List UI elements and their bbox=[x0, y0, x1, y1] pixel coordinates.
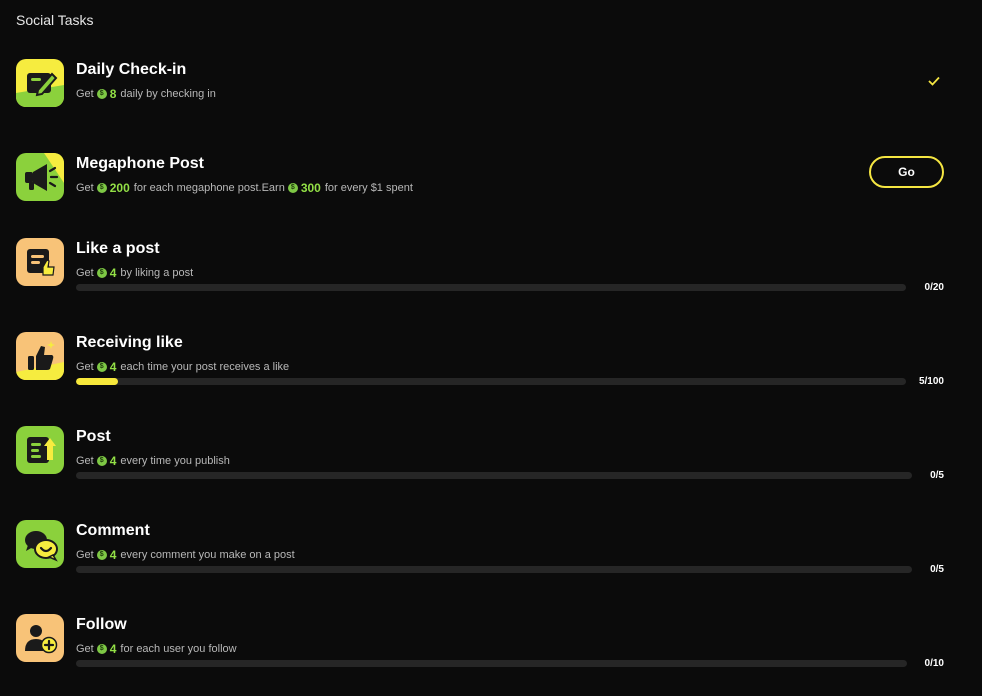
progress-fill bbox=[76, 378, 118, 385]
desc-suffix: every comment you make on a post bbox=[120, 549, 295, 561]
coin-icon: $ bbox=[287, 183, 298, 193]
desc-suffix: every time you publish bbox=[120, 455, 230, 467]
reward-amount-2: 300 bbox=[300, 181, 321, 195]
task-title: Receiving like bbox=[76, 334, 183, 351]
desc-suffix: for each user you follow bbox=[120, 643, 237, 655]
coin-icon: $ bbox=[96, 550, 107, 560]
progress-count: 0/20 bbox=[924, 282, 944, 293]
task-like-a-post: Like a post Get $ 4 by liking a post 0/2… bbox=[16, 238, 946, 298]
desc-prefix: Get bbox=[76, 267, 94, 279]
reward-amount: 4 bbox=[109, 548, 117, 562]
reward-amount: 4 bbox=[109, 642, 117, 656]
coin-icon: $ bbox=[96, 362, 107, 372]
progress-bar bbox=[76, 660, 907, 667]
task-title: Post bbox=[76, 428, 111, 445]
task-title: Megaphone Post bbox=[76, 155, 205, 172]
task-description: Get $ 4 every comment you make on a post bbox=[76, 548, 295, 562]
progress-bar bbox=[76, 566, 912, 573]
coin-icon: $ bbox=[96, 644, 107, 654]
reward-amount: 8 bbox=[109, 87, 117, 101]
coin-icon: $ bbox=[96, 456, 107, 466]
task-post: Post Get $ 4 every time you publish 0/5 bbox=[16, 426, 946, 486]
task-title: Comment bbox=[76, 522, 150, 539]
task-description: Get $ 200 for each megaphone post.Earn $… bbox=[76, 181, 413, 195]
task-megaphone-post: Megaphone Post Get $ 200 for each megaph… bbox=[16, 153, 946, 213]
go-button[interactable]: Go bbox=[869, 156, 944, 188]
progress-count: 0/5 bbox=[930, 470, 944, 481]
like-note-icon bbox=[16, 238, 64, 286]
megaphone-icon bbox=[16, 153, 64, 201]
task-follow: Follow Get $ 4 for each user you follow … bbox=[16, 614, 946, 674]
desc-prefix: Get bbox=[76, 549, 94, 561]
task-description: Get $ 8 daily by checking in bbox=[76, 87, 216, 101]
desc-prefix: Get bbox=[76, 643, 94, 655]
progress-count: 0/10 bbox=[924, 658, 944, 669]
coin-icon: $ bbox=[96, 89, 107, 99]
reward-amount: 4 bbox=[109, 360, 117, 374]
task-description: Get $ 4 every time you publish bbox=[76, 454, 230, 468]
desc-suffix: by liking a post bbox=[120, 267, 194, 279]
task-title: Like a post bbox=[76, 240, 160, 257]
comment-bubbles-icon bbox=[16, 520, 64, 568]
desc-prefix: Get bbox=[76, 361, 94, 373]
publish-icon bbox=[16, 426, 64, 474]
progress-count: 5/100 bbox=[918, 376, 944, 387]
desc-suffix: daily by checking in bbox=[120, 88, 216, 100]
task-description: Get $ 4 for each user you follow bbox=[76, 642, 237, 656]
desc-middle: for each megaphone post.Earn bbox=[133, 182, 285, 194]
progress-bar bbox=[76, 472, 912, 479]
task-comment: Comment Get $ 4 every comment you make o… bbox=[16, 520, 946, 580]
task-description: Get $ 4 by liking a post bbox=[76, 266, 193, 280]
progress-count: 0/5 bbox=[930, 564, 944, 575]
section-title: Social Tasks bbox=[16, 12, 94, 28]
task-description: Get $ 4 each time your post receives a l… bbox=[76, 360, 289, 374]
desc-suffix: each time your post receives a like bbox=[120, 361, 290, 373]
add-user-icon bbox=[16, 614, 64, 662]
reward-amount: 4 bbox=[109, 266, 117, 280]
desc-prefix: Get bbox=[76, 455, 94, 467]
pencil-note-icon bbox=[16, 59, 64, 107]
task-daily-check-in: Daily Check-in Get $ 8 daily by checking… bbox=[16, 59, 946, 119]
progress-bar bbox=[76, 284, 906, 291]
task-title: Follow bbox=[76, 616, 127, 633]
task-title: Daily Check-in bbox=[76, 61, 187, 78]
coin-icon: $ bbox=[96, 183, 107, 193]
task-receiving-like: Receiving like Get $ 4 each time your po… bbox=[16, 332, 946, 392]
checkmark-icon bbox=[928, 73, 940, 89]
progress-bar bbox=[76, 378, 906, 385]
coin-icon: $ bbox=[96, 268, 107, 278]
desc-prefix: Get bbox=[76, 182, 94, 194]
desc-suffix: for every $1 spent bbox=[324, 182, 413, 194]
desc-prefix: Get bbox=[76, 88, 94, 100]
reward-amount: 4 bbox=[109, 454, 117, 468]
thumbs-up-icon bbox=[16, 332, 64, 380]
reward-amount: 200 bbox=[109, 181, 130, 195]
